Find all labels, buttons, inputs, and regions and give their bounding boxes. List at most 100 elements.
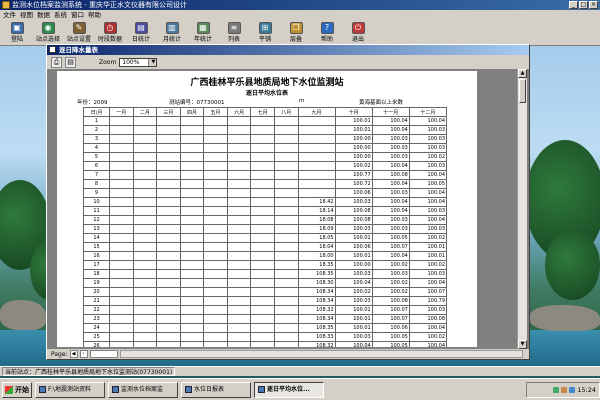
day-cell: 18 [83,269,110,279]
value-cell [273,170,299,180]
value-cell [273,224,299,234]
app-title-bar: 监测水位档案监测系统 - 重庆华正水文仪器有限公司设计 _ □ × [0,0,600,10]
tray-volume-icon[interactable] [561,386,568,393]
value-cell: 108.34 [297,314,336,324]
report-vertical-scrollbar[interactable]: ▲ ▼ [517,69,527,349]
site-settings-button[interactable]: ✎ 站点设置 [64,21,94,45]
scroll-down-icon[interactable]: ▼ [518,340,527,349]
export-icon[interactable]: ▤ [65,56,76,68]
value-cell [250,305,275,315]
value-cell [226,143,252,153]
menu-file[interactable]: 文件 [3,10,16,20]
value-cell [132,269,158,279]
year-stats-button[interactable]: ▦ 年统计 [188,21,218,45]
value-cell [203,233,228,243]
value-cell [250,197,275,207]
value-cell [156,251,181,261]
tray-network-icon[interactable] [553,386,560,393]
value-cell [203,197,228,207]
table-row: 21 108.34 100.03 100.08 100.79 [83,296,448,306]
value-cell [250,314,275,324]
task-explorer[interactable]: F:\地震测站资料 [35,381,105,398]
value-cell [226,323,252,333]
prev-page-icon[interactable]: ‹ [79,350,88,358]
task-daily-report-label: 水位日报表 [194,385,225,393]
menu-help[interactable]: 帮助 [88,10,101,20]
first-page-icon[interactable]: ◀ [69,350,78,358]
exit-icon: ⏻ [351,22,365,34]
menu-window[interactable]: 窗口 [71,10,84,20]
month-stats-icon: ▥ [165,22,179,34]
value-cell: 100.03 [408,125,448,135]
value-cell [250,206,275,216]
value-cell [203,332,228,342]
value-cell [179,161,205,171]
value-cell [109,341,134,347]
page-number-input[interactable] [89,350,118,358]
tray-ime-icon[interactable] [569,386,576,393]
value-cell: 100.03 [334,296,373,306]
cascade-button[interactable]: ❐ 层叠 [281,21,311,45]
column-header: 十一月 [371,107,410,117]
zoom-select[interactable]: 100% ▼ [119,57,158,67]
task-daily-average[interactable]: 逐日平均水位... [254,381,324,398]
menu-data[interactable]: 数据 [37,10,50,20]
report-window-title-bar[interactable]: 逐日降水量表 [47,45,529,55]
value-cell [226,341,252,347]
value-cell [203,242,228,252]
value-cell [109,251,134,261]
scroll-up-icon[interactable]: ▲ [518,69,527,78]
value-cell: 100.06 [334,242,373,252]
scroll-thumb[interactable] [519,79,526,103]
start-button[interactable]: 开始 [2,381,32,398]
tile-button[interactable]: ⊞ 平铺 [250,21,280,45]
value-cell [250,287,275,297]
value-cell [179,332,205,342]
value-cell [156,215,181,225]
close-icon[interactable]: × [589,1,598,9]
day-cell: 22 [83,305,110,315]
value-cell [109,197,134,207]
value-cell: 100.08 [334,215,373,225]
report-horizontal-scrollbar[interactable] [119,350,523,358]
value-cell [203,143,228,153]
value-cell [273,215,299,225]
value-cell [109,206,134,216]
day-stats-button[interactable]: ▤ 日统计 [126,21,156,45]
value-cell: 100.04 [371,161,410,171]
value-cell [156,332,181,342]
value-cell: 18.35 [297,260,336,270]
value-cell: 100.04 [408,278,448,288]
value-cell: 100.04 [371,206,410,216]
task-daily-report[interactable]: 水位日报表 [181,381,251,398]
status-text: 当前站点：广西桂林平乐县地质局地下水位监测站(07730001) [2,367,176,376]
column-header: 五月 [203,107,228,117]
value-cell [297,125,336,135]
zoom-label: Zoom [99,58,117,66]
time-data-button[interactable]: ◷ 时段数据 [95,21,125,45]
site-select-button[interactable]: ◉ 站点选择 [33,21,63,45]
task-monitor-app[interactable]: 监测水位档案监 [108,381,178,398]
value-cell [250,269,275,279]
tile-icon: ⊞ [258,22,272,34]
help-button[interactable]: ? 帮助 [312,21,342,45]
value-cell: 100.02 [371,287,410,297]
minimize-icon[interactable]: _ [569,1,578,9]
value-cell: 100.01 [334,233,373,243]
value-cell [109,215,134,225]
month-stats-button[interactable]: ▥ 月统计 [157,21,187,45]
menu-view[interactable]: 视图 [20,10,33,20]
value-cell [132,242,158,252]
login-button[interactable]: ▣ 登陆 [2,21,32,45]
value-cell [179,179,205,189]
print-icon[interactable]: ⎙ [51,56,62,68]
value-cell [226,314,252,324]
maximize-icon[interactable]: □ [579,1,588,9]
exit-button[interactable]: ⏻ 退出 [343,21,373,45]
value-cell [132,233,158,243]
settings-icon: ✎ [72,22,86,34]
table-row: 12 18.08 100.08 100.03 100.04 [83,215,448,225]
menu-system[interactable]: 系统 [54,10,67,20]
list-button[interactable]: ≡ 列表 [219,21,249,45]
value-cell [273,287,299,297]
